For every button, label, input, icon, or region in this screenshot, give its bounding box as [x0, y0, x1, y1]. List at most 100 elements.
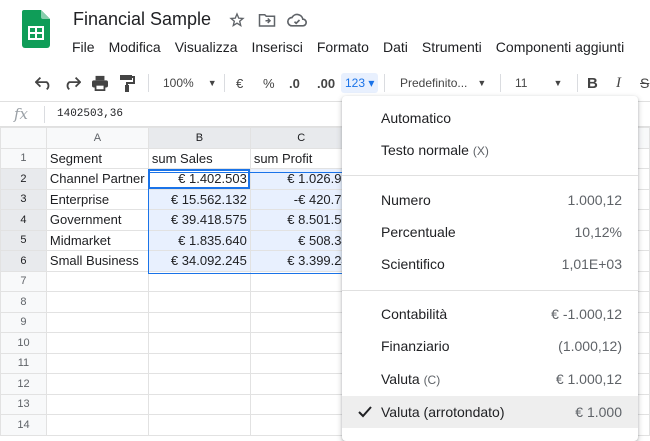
menu-item-sample: € -1.000,12	[551, 306, 622, 322]
menu-item-sample: 1.000,12	[567, 192, 623, 208]
menu-item-sample: 10,12%	[574, 224, 622, 240]
cell[interactable]	[249, 291, 353, 313]
cell[interactable]	[249, 373, 353, 395]
cell[interactable]: sum Profit	[249, 147, 353, 169]
cell[interactable]: Small Business	[45, 250, 149, 272]
cell[interactable]	[147, 332, 251, 354]
strikethrough-icon[interactable]: S	[640, 64, 649, 102]
row-header[interactable]: 4	[0, 209, 47, 231]
cell[interactable]	[45, 373, 149, 395]
cell[interactable]	[249, 414, 353, 436]
menu-item-plain-text[interactable]: Testo normale (X)	[342, 134, 638, 166]
cell[interactable]: sum Sales	[147, 147, 251, 169]
menu-item-percent[interactable]: Percentuale 10,12%	[342, 216, 638, 248]
cell[interactable]: Channel Partner	[45, 168, 149, 190]
row-header[interactable]: 11	[0, 352, 47, 374]
row-header[interactable]: 9	[0, 311, 47, 333]
format-percent-button[interactable]: %	[263, 64, 275, 102]
menu-item-currency-rounded[interactable]: Valuta (arrotondato) € 1.000	[342, 396, 638, 428]
row-header[interactable]: 14	[0, 414, 47, 436]
cell[interactable]	[45, 291, 149, 313]
cell[interactable]	[147, 270, 251, 292]
checkmark-icon	[357, 404, 373, 423]
menu-item-label: Contabilità	[381, 306, 448, 322]
row-header[interactable]: 2	[0, 168, 47, 190]
cell[interactable]: Government	[45, 209, 149, 231]
cloud-status-icon[interactable]	[287, 10, 307, 30]
menu-insert[interactable]: Inserisci	[251, 39, 309, 55]
increase-decimal-button[interactable]: .00	[317, 64, 335, 102]
menu-addons[interactable]: Componenti aggiunti	[496, 39, 631, 55]
formula-input[interactable]: 1402503,36	[57, 108, 123, 120]
cell[interactable]	[249, 332, 353, 354]
column-header-c[interactable]: C	[249, 127, 353, 149]
menu-edit[interactable]: Modifica	[109, 39, 168, 55]
sheets-logo-icon[interactable]	[22, 10, 50, 48]
decrease-decimal-button[interactable]: .0	[289, 64, 300, 102]
cell[interactable]	[45, 332, 149, 354]
cell[interactable]	[147, 352, 251, 374]
cell[interactable]	[249, 352, 353, 374]
row-header[interactable]: 13	[0, 393, 47, 415]
row-header[interactable]: 5	[0, 229, 47, 251]
menu-item-scientific[interactable]: Scientifico 1,01E+03	[342, 248, 638, 280]
row-header[interactable]: 3	[0, 188, 47, 210]
cell[interactable]	[249, 393, 353, 415]
cell[interactable]	[147, 291, 251, 313]
cell[interactable]	[147, 373, 251, 395]
row-header[interactable]: 12	[0, 373, 47, 395]
document-title[interactable]: Financial Sample	[73, 9, 211, 30]
row-header[interactable]: 10	[0, 332, 47, 354]
zoom-select[interactable]: 100% ▼	[163, 64, 217, 102]
cell[interactable]: € 8.501.52	[249, 209, 353, 231]
menu-item-currency[interactable]: Valuta (C) € 1.000,12	[342, 363, 638, 395]
cell[interactable]: € 15.562.132	[147, 188, 251, 210]
cell[interactable]: -€ 420.78	[249, 188, 353, 210]
cell[interactable]	[45, 311, 149, 333]
menu-item-sample: (1.000,12)	[558, 338, 622, 354]
cell[interactable]: € 1.835.640	[147, 229, 251, 251]
cell[interactable]: Midmarket	[45, 229, 149, 251]
menu-bar: File Modifica Visualizza Inserisci Forma…	[72, 39, 638, 55]
active-cell[interactable]: € 1.402.503	[147, 168, 251, 190]
menu-item-automatic[interactable]: Automatico	[342, 102, 638, 134]
redo-icon[interactable]	[63, 64, 81, 102]
cell[interactable]: € 39.418.575	[147, 209, 251, 231]
cell[interactable]	[147, 414, 251, 436]
cell[interactable]	[249, 270, 353, 292]
cell[interactable]: Enterprise	[45, 188, 149, 210]
cell[interactable]	[45, 270, 149, 292]
undo-icon[interactable]	[35, 64, 53, 102]
menu-file[interactable]: File	[72, 39, 102, 55]
column-header-b[interactable]: B	[147, 127, 251, 149]
menu-tools[interactable]: Strumenti	[422, 39, 489, 55]
format-currency-button[interactable]: €	[236, 64, 243, 102]
row-header[interactable]: 6	[0, 250, 47, 272]
row-header[interactable]: 1	[0, 147, 47, 169]
cell[interactable]: Segment	[45, 147, 149, 169]
cell[interactable]: € 34.092.245	[147, 250, 251, 272]
menu-data[interactable]: Dati	[383, 39, 415, 55]
menu-item-accounting[interactable]: Contabilità € -1.000,12	[342, 298, 638, 330]
paint-format-icon[interactable]	[119, 64, 135, 102]
cell[interactable]: € 1.026.91	[249, 168, 353, 190]
menu-item-financial[interactable]: Finanziario (1.000,12)	[342, 330, 638, 362]
cell[interactable]	[45, 352, 149, 374]
row-header[interactable]: 8	[0, 291, 47, 313]
menu-item-number[interactable]: Numero 1.000,12	[342, 184, 638, 216]
cell[interactable]	[147, 311, 251, 333]
move-folder-icon[interactable]	[257, 10, 277, 30]
row-header[interactable]: 7	[0, 270, 47, 292]
select-all-corner[interactable]	[0, 127, 47, 149]
cell[interactable]: € 508.34	[249, 229, 353, 251]
print-icon[interactable]	[91, 64, 109, 102]
menu-format[interactable]: Formato	[317, 39, 376, 55]
cell[interactable]	[249, 311, 353, 333]
star-icon[interactable]	[227, 10, 247, 30]
column-header-a[interactable]: A	[45, 127, 149, 149]
cell[interactable]	[45, 393, 149, 415]
menu-view[interactable]: Visualizza	[175, 39, 245, 55]
cell[interactable]	[45, 414, 149, 436]
cell[interactable]: € 3.399.24	[249, 250, 353, 272]
cell[interactable]	[147, 393, 251, 415]
